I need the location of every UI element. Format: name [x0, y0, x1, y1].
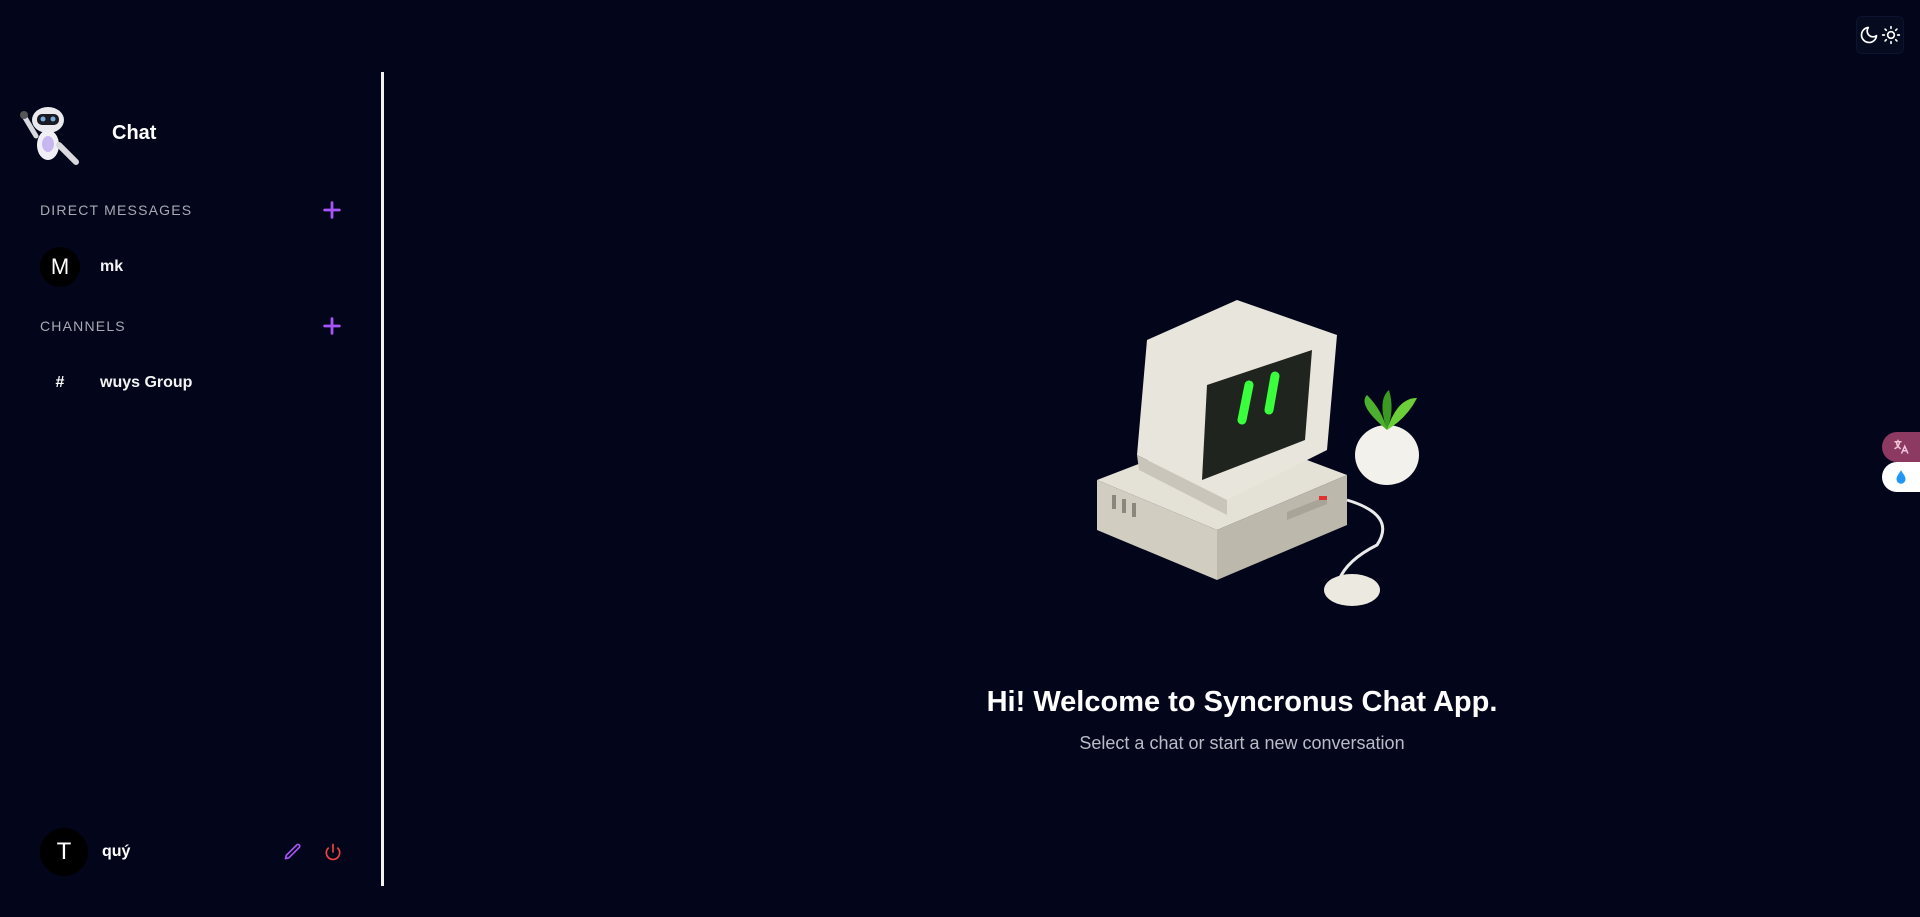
channel-hash-icon: # — [55, 374, 65, 391]
retro-computer-illustration — [1097, 300, 1419, 606]
channels-title: CHANNELS — [40, 318, 126, 334]
dm-item-label: mk — [100, 258, 124, 275]
user-profile: T quý — [40, 828, 344, 876]
pencil-icon — [284, 843, 301, 860]
plus-icon — [323, 201, 341, 219]
app-root: Chat DIRECT MESSAGES M mk CHANNELS # wuy… — [0, 0, 1920, 917]
water-drop-icon — [1896, 470, 1906, 484]
translate-widget-button[interactable] — [1882, 432, 1920, 462]
direct-messages-header: DIRECT MESSAGES — [40, 198, 344, 222]
plus-icon — [323, 317, 341, 335]
dm-item-mk[interactable]: M mk — [40, 247, 123, 287]
profile-actions — [282, 841, 344, 863]
sidebar: Chat DIRECT MESSAGES M mk CHANNELS # wuy… — [0, 72, 384, 886]
edit-profile-button[interactable] — [282, 841, 304, 863]
welcome-title: Hi! Welcome to Syncronus Chat App. — [986, 686, 1498, 718]
brand: Chat — [18, 100, 156, 170]
translate-icon — [1894, 439, 1909, 454]
robot-logo-icon — [20, 107, 79, 165]
channels-header: CHANNELS — [40, 314, 344, 338]
welcome-subtitle: Select a chat or start a new conversatio… — [1079, 733, 1405, 753]
avatar: M — [40, 247, 80, 287]
channel-item-wuys-group[interactable]: # wuys Group — [40, 363, 193, 403]
user-avatar[interactable]: T — [40, 828, 88, 876]
user-name: quý — [102, 843, 131, 860]
app-title: Chat — [112, 122, 157, 144]
channel-item-label: wuys Group — [100, 374, 193, 391]
add-direct-message-button[interactable] — [320, 198, 344, 222]
power-icon — [325, 843, 341, 861]
direct-messages-title: DIRECT MESSAGES — [40, 202, 193, 218]
logout-button[interactable] — [322, 841, 344, 863]
water-drop-widget-button[interactable] — [1882, 462, 1920, 492]
main-content: Hi! Welcome to Syncronus Chat App. Selec… — [387, 0, 1920, 917]
add-channel-button[interactable] — [320, 314, 344, 338]
